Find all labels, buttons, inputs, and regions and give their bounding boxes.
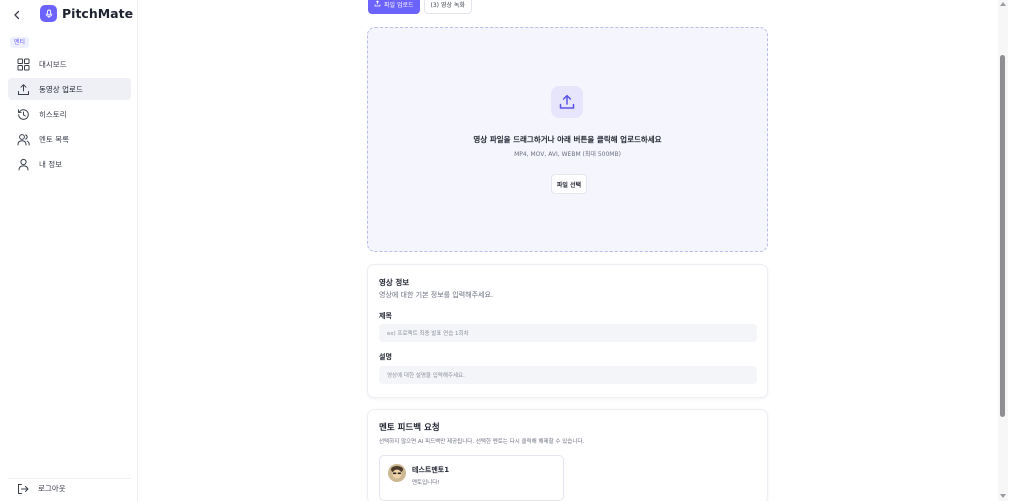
app-root: PitchMate 멘티 대시보드 동영상 업로드 히스토리 멘토 목록 내 정… [0,0,1022,501]
tab-video-record[interactable]: (3) 영상 녹화 [423,0,472,14]
video-info-card: 영상 정보 영상에 대한 기본 정보를 입력해주세요. 제목 ex) 프로젝트 … [367,264,768,398]
history-icon [18,108,29,120]
microphone-logo-icon [40,5,57,22]
mentor-feedback-title: 멘토 피드백 요청 [379,423,440,433]
mentor-name: 테스트멘토1 [412,466,450,474]
sidebar-item-label: 히스토리 [39,109,67,119]
sidebar: PitchMate 멘티 대시보드 동영상 업로드 히스토리 멘토 목록 내 정… [0,0,138,501]
scrollbar-thumb[interactable] [1000,55,1005,417]
sidebar-item-mentor-list[interactable]: 멘토 목록 [8,128,131,150]
file-dropzone[interactable]: 영상 파일을 드래그하거나 아래 버튼을 클릭해 업로드하세요 MP4, MOV… [367,27,768,252]
mentor-intro: 멘토입니다! [412,480,440,486]
tab-file-upload[interactable]: 파일 업로드 [368,0,420,14]
description-input-placeholder: 영상에 대한 설명을 입력해주세요. [387,373,465,379]
collapse-sidebar-button[interactable] [8,6,26,24]
page-scrollbar[interactable] [998,0,1008,501]
title-input[interactable]: ex) 프로젝트 최종 발표 연습 1회차 [379,324,757,342]
tab-label: (3) 영상 녹화 [430,2,465,9]
tab-label: 파일 업로드 [384,2,414,9]
mentor-option-card[interactable]: 테스트멘토1 멘토입니다! [379,455,564,501]
avatar [388,464,406,482]
brand-name: PitchMate [62,6,134,21]
title-input-placeholder: ex) 프로젝트 최종 발표 연습 1회차 [387,331,469,337]
video-info-subtitle: 영상에 대한 기본 정보를 입력해주세요. [379,291,494,299]
sidebar-header: PitchMate [0,0,138,30]
sidebar-item-label: 동영상 업로드 [39,84,83,94]
dashboard-grid-icon [17,58,30,70]
role-badge: 멘티 [10,37,30,48]
sidebar-item-label: 멘토 목록 [39,134,69,144]
title-field-label: 제목 [379,312,392,320]
sidebar-item-label: 대시보드 [39,59,67,69]
users-icon [17,133,30,145]
sidebar-item-dashboard[interactable]: 대시보드 [8,53,131,75]
user-icon [18,158,29,170]
sidebar-item-video-upload[interactable]: 동영상 업로드 [8,78,131,100]
logout-icon [18,483,29,494]
description-input[interactable]: 영상에 대한 설명을 입력해주세요. [379,366,757,384]
sidebar-item-history[interactable]: 히스토리 [8,103,131,125]
sidebar-nav: 대시보드 동영상 업로드 히스토리 멘토 목록 내 정보 [8,53,131,178]
dropzone-format-hint: MP4, MOV, AVI, WEBM (최대 500MB) [514,151,621,158]
scroll-down-arrow-icon[interactable] [1000,494,1006,498]
chevron-left-icon [14,10,20,20]
sidebar-item-my-info[interactable]: 내 정보 [8,153,131,175]
upload-icon [551,86,583,118]
mentor-feedback-card: 멘토 피드백 요청 선택하지 않으면 AI 피드백만 제공됩니다. 선택한 멘토… [367,409,768,501]
upload-mode-tabs: 파일 업로드 (3) 영상 녹화 [368,0,472,14]
video-info-title: 영상 정보 [379,278,410,287]
select-file-button[interactable]: 파일 선택 [551,174,587,194]
logout-button[interactable]: 로그아웃 [8,478,131,498]
scroll-up-arrow-icon[interactable] [1000,2,1006,6]
mentor-feedback-subtitle: 선택하지 않으면 AI 피드백만 제공됩니다. 선택한 멘토는 다시 클릭해 해… [379,439,585,445]
dropzone-title: 영상 파일을 드래그하거나 아래 버튼을 클릭해 업로드하세요 [473,135,662,144]
sidebar-item-label: 내 정보 [39,159,63,169]
logout-label: 로그아웃 [38,484,66,493]
upload-icon [374,0,381,7]
upload-icon [18,83,29,95]
description-field-label: 설명 [379,353,392,361]
